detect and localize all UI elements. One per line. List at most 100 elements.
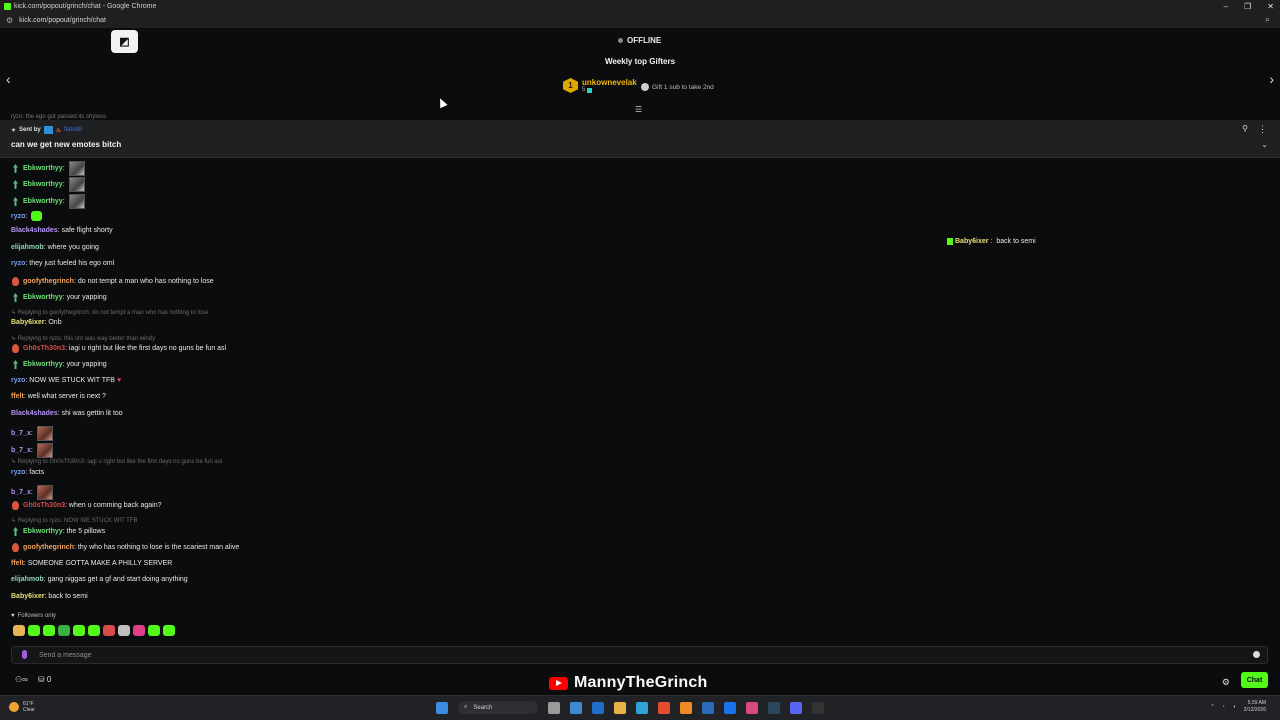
microphone-icon[interactable] — [22, 650, 27, 659]
chat-username[interactable]: ryzo — [11, 377, 25, 384]
chat-send-button[interactable]: Chat — [1241, 672, 1268, 688]
chat-text: gang niggas get a gf and start doing any… — [47, 576, 188, 583]
chevron-left-icon[interactable]: ‹ — [6, 71, 11, 87]
steam-icon[interactable] — [768, 701, 780, 714]
chat-username[interactable]: Ebkworthyy — [23, 181, 63, 188]
chat-username[interactable]: Baby6ixer — [11, 593, 44, 600]
quick-emote-icon[interactable] — [58, 625, 70, 636]
url-text[interactable]: kick.com/popout/grinch/chat — [19, 17, 106, 24]
chat-username[interactable]: ryzo — [11, 469, 25, 476]
more-options-icon[interactable]: ⋮ — [1258, 124, 1267, 135]
chat-username[interactable]: ryzo — [11, 213, 25, 220]
emote-icon[interactable] — [36, 426, 53, 441]
emote-icon[interactable] — [68, 161, 85, 176]
chat-username[interactable]: Baby6ixer — [11, 319, 44, 326]
floating-username[interactable]: Baby6ixer — [955, 238, 988, 245]
restore-icon[interactable]: ❐ — [1244, 2, 1251, 11]
store-icon[interactable] — [592, 701, 604, 714]
chat-username[interactable]: b_7_x — [11, 430, 31, 437]
quick-emote-icon[interactable] — [118, 625, 130, 636]
chevron-down-icon[interactable]: ⌄ — [1261, 140, 1268, 149]
chat-text: well what server is next ? — [27, 393, 106, 400]
quick-emote-icon[interactable] — [43, 625, 55, 636]
chat-username[interactable]: Ebkworthyy — [23, 528, 63, 535]
chat-username[interactable]: ryzo — [11, 260, 25, 267]
chat-username[interactable]: b_7_x — [11, 489, 31, 496]
pinned-sender-name[interactable]: flatod8 — [64, 127, 82, 133]
clock[interactable]: 5:39 AM 2/12/2026 — [1244, 700, 1266, 714]
reply-context[interactable]: ↳ Replying to ryzo: this sht was way bet… — [11, 335, 155, 342]
quick-emote-icon[interactable] — [148, 625, 160, 636]
floating-message: Baby6ixer: back to semi — [947, 238, 1036, 245]
zoom-icon[interactable]: ⌕ — [1265, 14, 1270, 25]
reply-context[interactable]: ↳ Replying to goofythegrinch: do not tem… — [11, 309, 208, 316]
chat-username[interactable]: Black4shades — [11, 410, 58, 417]
network-icon[interactable]: ◔ — [1222, 704, 1225, 710]
message-input[interactable] — [39, 648, 1219, 662]
chat-username[interactable]: ffelt — [11, 560, 24, 567]
address-bar[interactable]: ⚙ kick.com/popout/grinch/chat ⌕ — [0, 12, 1280, 28]
chat-separator: : — [62, 165, 67, 172]
weather-desc: Clear — [23, 707, 35, 713]
gear-icon[interactable]: ⚙ — [1222, 677, 1230, 688]
quick-emote-icon[interactable] — [73, 625, 85, 636]
reply-context[interactable]: ↳ Replying to ryzo: NOW WE STUCK WIT TFB — [11, 517, 138, 524]
chat-username[interactable]: Ebkworthyy — [23, 198, 63, 205]
message-input-wrap[interactable] — [11, 646, 1268, 664]
discord-icon[interactable] — [746, 701, 758, 714]
edge-icon[interactable] — [636, 701, 648, 714]
chat-username[interactable]: Ebkworthyy — [23, 361, 63, 368]
chat-username[interactable]: goofythegrinch — [23, 278, 74, 285]
chat-users-icon[interactable]: ⚇∞ — [15, 675, 28, 684]
chat-username[interactable]: b_7_x — [11, 447, 31, 454]
subscriber-badge-icon — [11, 197, 20, 206]
quick-emote-icon[interactable] — [103, 625, 115, 636]
quick-emote-icon[interactable] — [88, 625, 100, 636]
app3-icon[interactable] — [724, 701, 736, 714]
chat-username[interactable]: elijahmob — [11, 244, 44, 251]
quick-emote-icon[interactable] — [13, 625, 25, 636]
app2-icon[interactable] — [702, 701, 714, 714]
file-explorer-icon[interactable] — [614, 701, 626, 714]
start-icon[interactable] — [436, 701, 448, 714]
quick-emote-icon[interactable] — [28, 625, 40, 636]
emote-icon[interactable] — [36, 443, 53, 458]
minimize-icon[interactable]: – — [1224, 2, 1228, 11]
quick-emote-icon[interactable] — [163, 625, 175, 636]
app4-icon[interactable] — [790, 701, 802, 714]
kick-logo-icon[interactable]: ◩ — [111, 30, 138, 53]
chat-username[interactable]: goofythegrinch — [23, 544, 74, 551]
site-info-icon[interactable]: ⚙ — [6, 16, 13, 25]
emoji-icon[interactable] — [1253, 651, 1260, 658]
widgets-icon[interactable] — [570, 701, 582, 714]
terminal-icon[interactable] — [812, 701, 824, 714]
viewer-count[interactable]: ⛁ 0 — [38, 675, 51, 684]
collapse-icon[interactable]: ☰ — [635, 105, 642, 114]
channel-name: MannyTheGrinch — [574, 674, 708, 691]
chat-username[interactable]: ffelt — [11, 393, 24, 400]
chat-username[interactable]: Ebkworthyy — [23, 165, 63, 172]
taskbar-search[interactable]: ⌕ Search — [458, 701, 538, 714]
emote-icon[interactable] — [36, 485, 53, 500]
chat-username[interactable]: Gh0sTh30n3 — [23, 502, 65, 509]
chat-username[interactable]: Black4shades — [11, 227, 58, 234]
chat-username[interactable]: Gh0sTh30n3 — [23, 345, 65, 352]
weather-widget[interactable]: 61°F Clear — [9, 701, 35, 713]
tray-chevron-icon[interactable]: ^ — [1211, 704, 1213, 710]
gift-sub-prompt[interactable]: Gift 1 sub to take 2nd — [641, 83, 714, 91]
reply-context[interactable]: ↳ Replying to Gh0sTh30n3: iagi u right b… — [11, 458, 222, 465]
emote-icon[interactable] — [68, 177, 85, 192]
emote-icon[interactable] — [31, 211, 43, 221]
quick-emote-icon[interactable] — [133, 625, 145, 636]
top-gifter[interactable]: 1 unkownevelak 5 — [563, 78, 637, 93]
emote-icon[interactable] — [68, 194, 85, 209]
chrome-icon[interactable] — [658, 701, 670, 714]
app-icon[interactable] — [680, 701, 692, 714]
chevron-right-icon[interactable]: › — [1269, 71, 1274, 87]
volume-icon[interactable]: ◖ — [1233, 704, 1236, 710]
chat-username[interactable]: elijahmob — [11, 576, 44, 583]
close-icon[interactable]: ✕ — [1267, 2, 1274, 11]
unpin-icon[interactable]: ⚲ — [1242, 124, 1248, 133]
task-view-icon[interactable] — [548, 701, 560, 714]
chat-username[interactable]: Ebkworthyy — [23, 294, 63, 301]
